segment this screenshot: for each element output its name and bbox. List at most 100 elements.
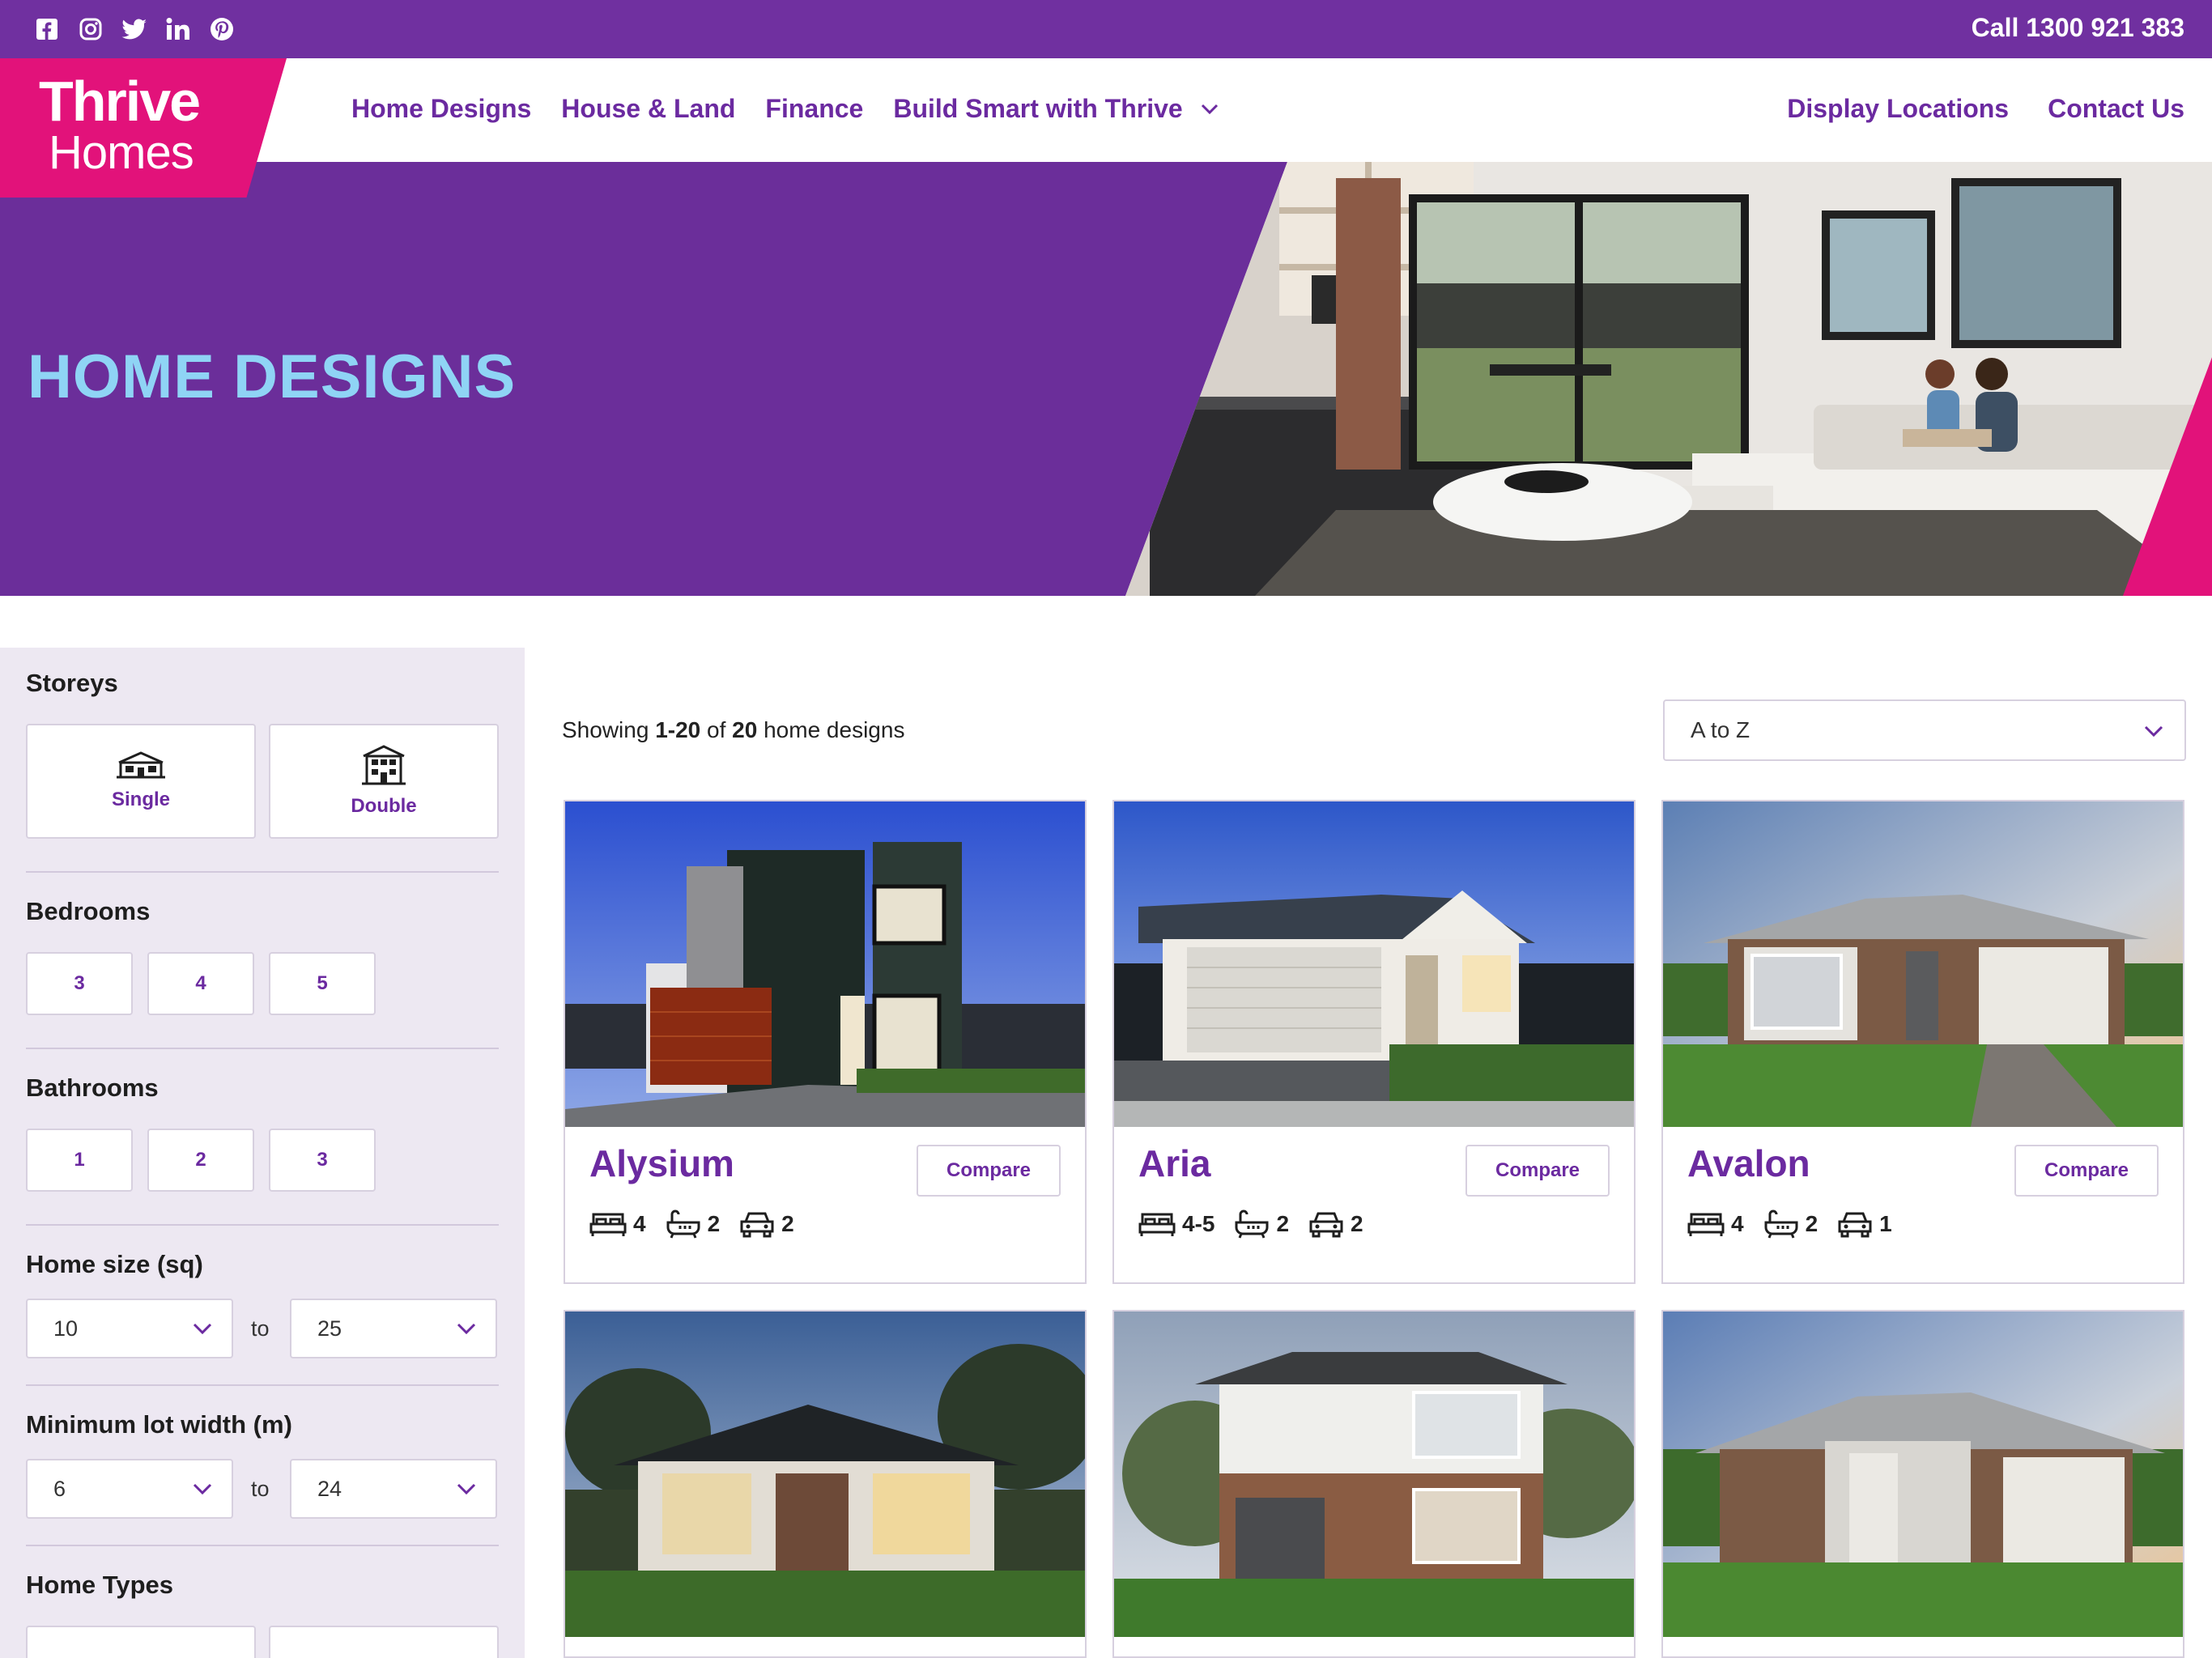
divider [26, 1545, 499, 1546]
nav-build-smart-dropdown[interactable]: Build Smart with Thrive [893, 94, 1218, 124]
pinterest-icon[interactable] [207, 15, 236, 44]
storeys-single-button[interactable]: Single [26, 724, 256, 839]
divider [26, 1048, 499, 1049]
design-card[interactable]: Aria Compare 4-5 2 2 [1112, 800, 1636, 1284]
nav-display-locations[interactable]: Display Locations [1787, 94, 2009, 124]
filter-title-bedrooms: Bedrooms [26, 897, 151, 925]
chevron-down-icon [457, 1323, 476, 1334]
bed-icon [1138, 1213, 1176, 1236]
compare-button[interactable]: Compare [917, 1145, 1061, 1197]
results-range-start: 1 [655, 717, 668, 742]
bed-icon [589, 1213, 627, 1236]
divider [26, 871, 499, 873]
bedrooms-option-5[interactable]: 5 [269, 952, 376, 1015]
design-card[interactable]: Alysium Compare 4 2 2 [564, 800, 1087, 1284]
bedrooms-option-3[interactable]: 3 [26, 952, 133, 1015]
divider [26, 1384, 499, 1386]
linkedin-icon[interactable] [164, 15, 193, 44]
lot-width-min-select[interactable]: 6 [26, 1459, 233, 1519]
design-card[interactable] [1661, 1310, 2184, 1658]
design-photo-alysium[interactable] [565, 801, 1085, 1127]
sort-select[interactable]: A to Z [1663, 699, 2186, 761]
design-name[interactable]: Avalon [1687, 1141, 1810, 1185]
instagram-icon[interactable] [76, 15, 105, 44]
storeys-single-label: Single [111, 789, 170, 810]
logo-line-2: Homes [49, 126, 194, 179]
bedrooms-count: 4 [633, 1211, 646, 1236]
home-type-option[interactable] [269, 1626, 499, 1658]
carspaces-spec: 2 [1308, 1210, 1363, 1238]
carspaces-spec: 1 [1837, 1210, 1892, 1238]
storeys-double-label: Double [351, 795, 417, 817]
nav-home-designs[interactable]: Home Designs [351, 94, 531, 124]
design-specs: 4 2 1 [1687, 1209, 1900, 1239]
carspaces-spec: 2 [739, 1210, 794, 1238]
bedrooms-count: 4-5 [1182, 1211, 1215, 1236]
results-range-separator: - [667, 717, 676, 742]
bathrooms-option-2[interactable]: 2 [147, 1129, 254, 1192]
nav-right-links: Display Locations Contact Us [1787, 94, 2184, 124]
home-size-max-select[interactable]: 25 [290, 1299, 497, 1358]
bedrooms-spec: 4-5 [1138, 1211, 1214, 1237]
compare-button[interactable]: Compare [1465, 1145, 1610, 1197]
design-photo[interactable] [1663, 1312, 2183, 1637]
design-photo-avalon[interactable] [1663, 801, 2183, 1127]
results-suffix: home designs [757, 717, 905, 742]
home-type-option[interactable] [26, 1626, 256, 1658]
bathrooms-option-1[interactable]: 1 [26, 1129, 133, 1192]
bath-icon [1764, 1209, 1798, 1239]
lot-width-min-value: 6 [53, 1476, 66, 1501]
design-card[interactable] [1112, 1310, 1636, 1658]
design-specs: 4-5 2 2 [1138, 1209, 1372, 1239]
design-photo[interactable] [1114, 1312, 1634, 1637]
design-photo[interactable] [565, 1312, 1085, 1637]
compare-button[interactable]: Compare [2014, 1145, 2159, 1197]
thrive-homes-logo[interactable]: Thrive Homes [0, 58, 287, 198]
sort-value: A to Z [1691, 717, 1750, 742]
facebook-icon[interactable] [32, 15, 62, 44]
nav-house-and-land[interactable]: House & Land [561, 94, 735, 124]
nav-finance[interactable]: Finance [765, 94, 863, 124]
bathrooms-spec: 2 [1763, 1209, 1819, 1239]
social-links [32, 15, 236, 44]
design-card[interactable]: Avalon Compare 4 2 1 [1661, 800, 2184, 1284]
filter-sidebar: Storeys Single Double Bedrooms 3 4 5 Bat… [0, 648, 525, 1658]
nav-build-smart[interactable]: Build Smart with Thrive [893, 94, 1182, 124]
bath-icon [666, 1209, 700, 1239]
bed-icon [1687, 1213, 1725, 1236]
bathrooms-option-3[interactable]: 3 [269, 1129, 376, 1192]
design-name[interactable]: Alysium [589, 1141, 734, 1185]
phone-number[interactable]: Call 1300 921 383 [1972, 13, 2184, 43]
bedrooms-spec: 4 [1687, 1211, 1744, 1237]
car-icon [740, 1212, 774, 1238]
design-specs: 4 2 2 [589, 1209, 802, 1239]
filter-title-lot-width: Minimum lot width (m) [26, 1410, 292, 1439]
filter-title-storeys: Storeys [26, 669, 118, 697]
nav-contact-us[interactable]: Contact Us [2048, 94, 2184, 124]
page-title: HOME DESIGNS [28, 342, 517, 411]
single-storey-icon [117, 751, 165, 779]
filter-title-bathrooms: Bathrooms [26, 1073, 159, 1102]
results-count: Showing 1-20 of 20 home designs [562, 717, 904, 743]
home-size-max-value: 25 [317, 1316, 342, 1341]
filter-title-home-size: Home size (sq) [26, 1250, 203, 1278]
twitter-icon[interactable] [120, 15, 149, 44]
home-size-min-value: 10 [53, 1316, 79, 1341]
design-name[interactable]: Aria [1138, 1141, 1210, 1185]
design-card[interactable] [564, 1310, 1087, 1658]
results-range-end: 20 [675, 717, 701, 742]
divider [26, 1224, 499, 1226]
lot-width-max-select[interactable]: 24 [290, 1459, 497, 1519]
design-photo-aria[interactable] [1114, 801, 1634, 1127]
home-size-to-label: to [251, 1316, 270, 1341]
bedrooms-option-4[interactable]: 4 [147, 952, 254, 1015]
bathrooms-count: 2 [1805, 1211, 1819, 1236]
bathrooms-spec: 2 [1234, 1209, 1289, 1239]
lot-width-max-value: 24 [317, 1476, 342, 1501]
chevron-down-icon [193, 1323, 212, 1334]
storeys-double-button[interactable]: Double [269, 724, 499, 839]
chevron-down-icon [2144, 725, 2163, 737]
bathrooms-count: 2 [1276, 1211, 1290, 1236]
carspaces-count: 2 [781, 1211, 794, 1236]
home-size-min-select[interactable]: 10 [26, 1299, 233, 1358]
